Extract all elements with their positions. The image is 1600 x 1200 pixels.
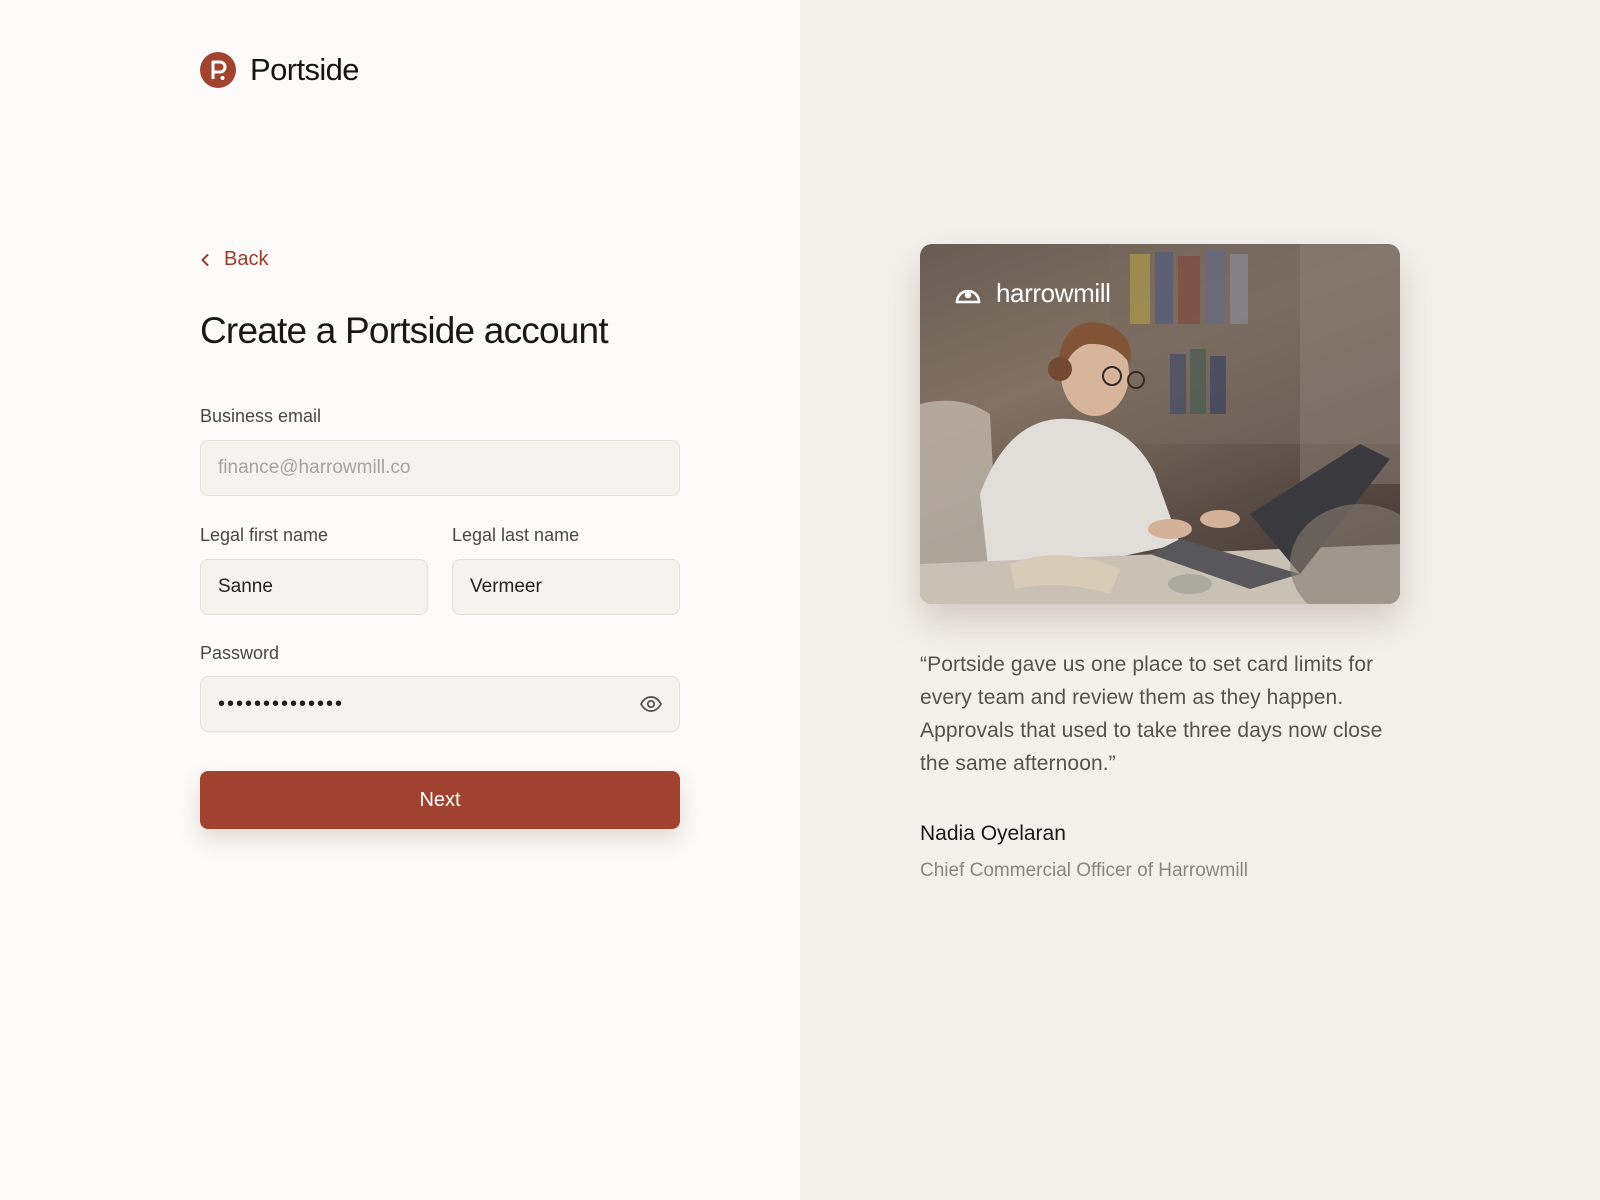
harrowmill-logo: harrowmill (954, 278, 1111, 309)
email-label: Business email (200, 406, 322, 426)
last-name-field[interactable]: Vermeer (452, 559, 680, 615)
first-name-field[interactable]: Sanne (200, 559, 428, 615)
portside-p-logo-icon (200, 52, 236, 88)
chevron-left-icon (201, 253, 209, 266)
eye-icon[interactable] (639, 694, 663, 720)
email-field[interactable] (200, 440, 680, 496)
page-title: Create a Portside account (200, 310, 609, 351)
back-link[interactable]: Back (200, 248, 268, 271)
testimonial-author-name: Nadia Oyelaran (920, 822, 1066, 845)
first-name-value: Sanne (218, 576, 273, 597)
password-label: Password (200, 643, 280, 663)
first-name-label: Legal first name (200, 525, 329, 545)
harrowmill-logo-icon (955, 289, 981, 303)
brand-name: Portside (250, 52, 360, 87)
last-name-value: Vermeer (470, 576, 542, 597)
company-name: harrowmill (996, 278, 1111, 308)
testimonial-author-role: Chief Commercial Officer of Harrowmill (920, 860, 1248, 881)
next-button[interactable]: Next (200, 771, 680, 829)
password-field[interactable]: •••••••••••••• (200, 676, 680, 732)
back-label: Back (224, 248, 269, 270)
last-name-label: Legal last name (452, 525, 580, 545)
woman-working-at-laptop-photo: harrowmill (920, 244, 1400, 604)
testimonial-quote: “Portside gave us one place to set card … (920, 653, 1383, 775)
password-masked-value: •••••••••••••• (218, 692, 345, 715)
brand-header[interactable]: Portside (200, 52, 360, 88)
